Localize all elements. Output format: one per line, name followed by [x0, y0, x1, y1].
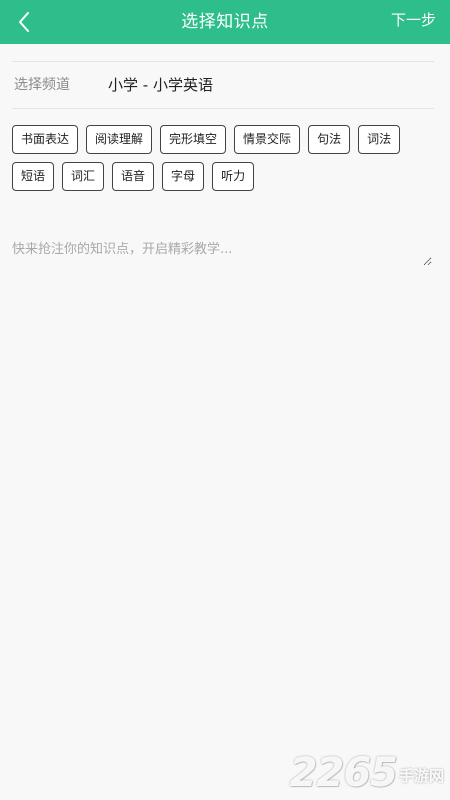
page-title: 选择知识点 [181, 12, 269, 32]
header-bar: 选择知识点 下一步 [0, 0, 450, 44]
site-watermark: 2265 手游网 [290, 750, 444, 796]
knowledge-point-input[interactable] [12, 238, 432, 266]
knowledge-tag[interactable]: 词法 [358, 125, 401, 154]
watermark-number: 2265 [289, 750, 398, 796]
knowledge-tag[interactable]: 语音 [112, 162, 155, 191]
knowledge-tag[interactable]: 阅读理解 [86, 125, 153, 154]
knowledge-tag[interactable]: 句法 [308, 125, 351, 154]
channel-row: 选择频道 小学 - 小学英语 [0, 62, 450, 108]
knowledge-tag-list: 书面表达 阅读理解 完形填空 情景交际 句法 词法 短语 词汇 语音 字母 听力 [12, 125, 432, 191]
knowledge-tag[interactable]: 词汇 [62, 162, 105, 191]
knowledge-tag[interactable]: 字母 [162, 162, 205, 191]
next-step-button[interactable]: 下一步 [391, 0, 436, 44]
watermark-text: 手游网 [398, 766, 444, 785]
knowledge-tag[interactable]: 听力 [212, 162, 255, 191]
knowledge-tag[interactable]: 完形填空 [160, 125, 227, 154]
knowledge-tag[interactable]: 书面表达 [12, 125, 79, 154]
knowledge-tag[interactable]: 短语 [12, 162, 55, 191]
channel-label: 选择频道 [14, 77, 70, 93]
divider [12, 108, 434, 109]
channel-value[interactable]: 小学 - 小学英语 [108, 62, 213, 108]
knowledge-tag[interactable]: 情景交际 [234, 125, 301, 154]
